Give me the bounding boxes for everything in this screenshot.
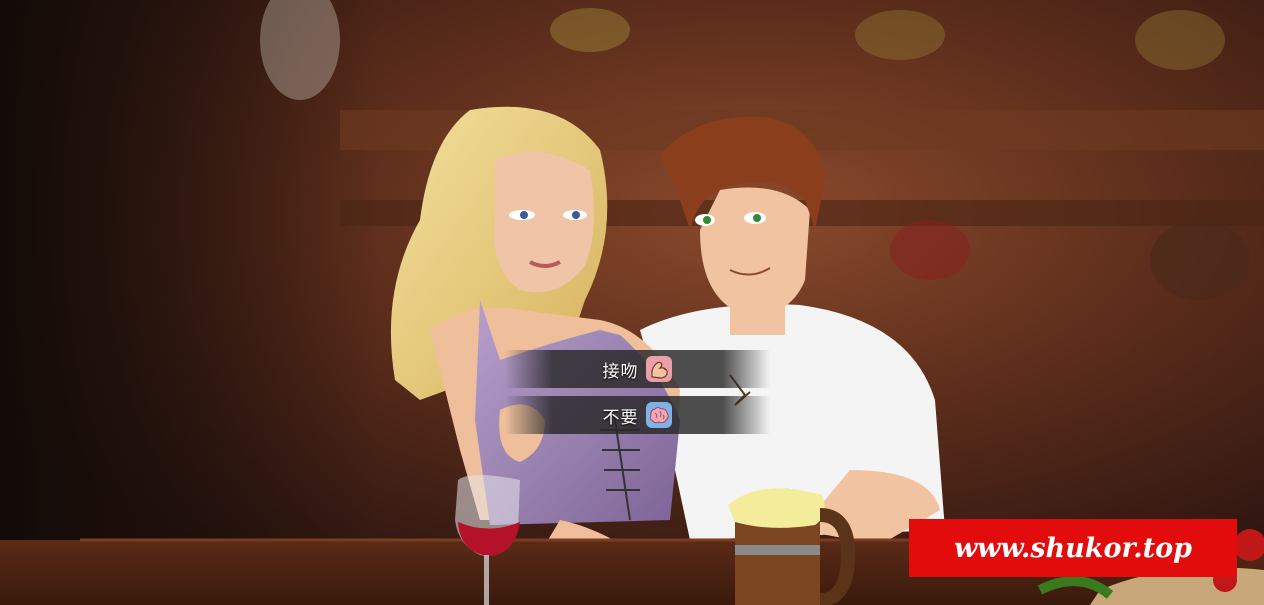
- left-shadow: [0, 0, 380, 605]
- strength-arm-icon: [645, 355, 673, 383]
- choice-kiss-button[interactable]: 接吻: [505, 350, 770, 388]
- watermark-text: www.shukor.top: [953, 532, 1193, 564]
- tavern-scene: [0, 0, 1264, 605]
- choice-kiss-label: 接吻: [602, 361, 639, 382]
- blurred-bottle: [855, 10, 945, 60]
- watermark-banner: www.shukor.top: [909, 519, 1237, 577]
- choice-no-label: 不要: [602, 407, 639, 428]
- blurred-bottle: [1135, 10, 1225, 70]
- brain-icon: [645, 401, 673, 429]
- choice-no-button[interactable]: 不要: [505, 396, 770, 434]
- blurred-bottle: [1150, 220, 1250, 300]
- blurred-bottle: [890, 220, 970, 280]
- blurred-bottle: [550, 8, 630, 52]
